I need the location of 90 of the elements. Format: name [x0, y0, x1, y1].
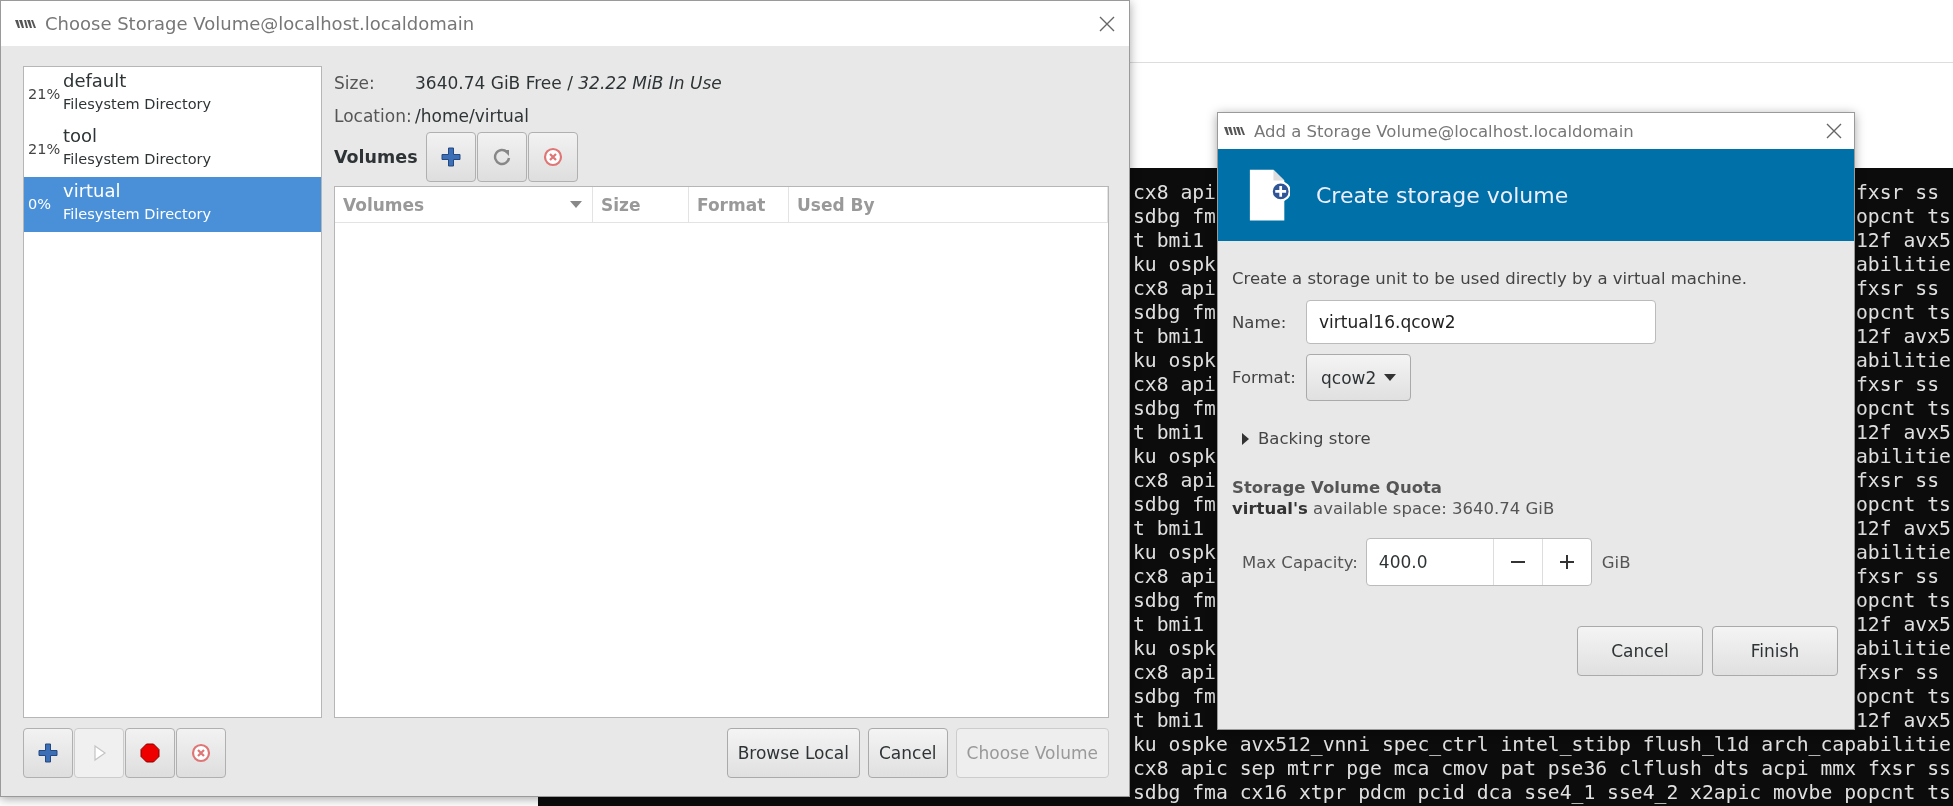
terminal-line: fxsr ss	[1856, 661, 1939, 685]
dialog-button[interactable]: Cancel	[868, 728, 948, 778]
toolbar-button[interactable]	[527, 132, 578, 182]
toolbar-button[interactable]	[476, 132, 527, 182]
close-icon[interactable]	[1826, 123, 1842, 139]
format-dropdown[interactable]: qcow2	[1306, 354, 1412, 401]
toolbar-button[interactable]	[125, 728, 175, 778]
terminal-line: ku ospk	[1133, 541, 1216, 565]
dialog-button[interactable]: Browse Local	[726, 728, 860, 778]
terminal-line: ku ospke avx512_vnni spec_ctrl intel_stibp flush_l1d arch_capabilitie	[1133, 733, 1951, 756]
expander-arrow-icon	[1242, 432, 1250, 445]
terminal-line: fxsr ss	[1856, 373, 1939, 397]
terminal-line: t bmi1	[1133, 229, 1205, 253]
name-label: Name:	[1232, 312, 1288, 332]
location-value: /home/virtual	[415, 105, 529, 126]
terminal-line: sdbg fm	[1133, 301, 1216, 325]
terminal-line: cx8 api	[1133, 565, 1216, 589]
terminal-line: opcnt ts	[1856, 205, 1951, 229]
stop-icon	[140, 743, 160, 763]
terminal-line: opcnt ts	[1856, 685, 1951, 709]
terminal-line: t bmi1	[1133, 613, 1205, 637]
toolbar-button[interactable]	[425, 132, 476, 182]
terminal-line: sdbg fm	[1133, 685, 1216, 709]
size-value: 3640.74 GiB Free / 32.22 MiB In Use	[415, 72, 722, 93]
window-title: Add a Storage Volume@localhost.localdomain	[1254, 121, 1635, 141]
terminal-line: t bmi1	[1133, 517, 1205, 541]
terminal-line: cx8 api	[1133, 373, 1216, 397]
terminal-line: 12f avx5	[1856, 709, 1951, 733]
terminal-line: ku ospk	[1133, 253, 1216, 277]
terminal-line: sdbg fm	[1133, 397, 1216, 421]
app-logo-icon	[15, 17, 37, 30]
available-space-text: virtual's available space: 3640.74 GiB	[1232, 499, 1556, 518]
name-field[interactable]: virtual16.qcow2	[1306, 300, 1656, 344]
size-label: Size:	[334, 72, 376, 93]
terminal-line: abilitie	[1856, 637, 1951, 661]
terminal-line: cx8 api	[1133, 277, 1216, 301]
refresh-icon	[491, 147, 512, 167]
terminal-line: abilitie	[1856, 253, 1951, 277]
terminal-line: 12f avx5	[1856, 421, 1951, 445]
location-label: Location:	[334, 105, 413, 126]
terminal-line: t bmi1	[1133, 325, 1205, 349]
terminal-line: cx8 api	[1133, 469, 1216, 493]
terminal-line: abilitie	[1856, 541, 1951, 565]
quota-title: Storage Volume Quota	[1232, 478, 1443, 497]
terminal-line: 12f avx5	[1856, 325, 1951, 349]
terminal-line: sdbg fm	[1133, 493, 1216, 517]
terminal-line: ku ospk	[1133, 637, 1216, 661]
header-title: Create storage volume	[1316, 182, 1569, 208]
terminal-line: fxsr ss	[1856, 469, 1939, 493]
terminal-line: 12f avx5	[1856, 613, 1951, 637]
dropdown-arrow-icon	[1384, 373, 1397, 382]
terminal-line: fxsr ss	[1856, 565, 1939, 589]
delete-icon	[191, 743, 211, 763]
app-logo-icon	[1224, 125, 1246, 137]
plus-icon	[440, 147, 461, 167]
terminal-line: opcnt ts	[1856, 397, 1951, 421]
volumes-label: Volumes	[334, 147, 418, 167]
terminal-line: 12f avx5	[1856, 517, 1951, 541]
plus-icon	[38, 743, 58, 763]
terminal-line: abilitie	[1856, 445, 1951, 469]
delete-icon	[542, 147, 563, 167]
window-title: Choose Storage Volume@localhost.localdomain	[45, 13, 476, 34]
toolbar-button[interactable]	[23, 728, 73, 778]
terminal-line: cx8 api	[1133, 661, 1216, 685]
terminal-line: sdbg fm	[1133, 589, 1216, 613]
terminal-line: opcnt ts	[1856, 589, 1951, 613]
terminal-line: cx8 api	[1133, 181, 1216, 205]
description-text: Create a storage unit to be used directly by a virtual machine.	[1232, 269, 1748, 288]
terminal-line: t bmi1	[1133, 709, 1205, 733]
terminal-line: fxsr ss	[1856, 181, 1939, 205]
terminal-line: sdbg fma cx16 xtpr pdcm pcid dca sse4_1 sse4_2 x2apic movbe popcnt ts	[1133, 781, 1951, 804]
capacity-spinner[interactable]: 400.0	[1365, 538, 1592, 586]
terminal-line: ku ospk	[1133, 349, 1216, 373]
capacity-label: Max Capacity:	[1242, 552, 1358, 572]
terminal-line: fxsr ss	[1856, 277, 1939, 301]
dialog-button[interactable]: Cancel	[1577, 626, 1703, 676]
terminal-line: ku ospk	[1133, 445, 1216, 469]
terminal-line: 12f avx5	[1856, 229, 1951, 253]
terminal-line: cx8 apic sep mtrr pge mca cmov pat pse36 clflush dts acpi mmx fxsr ss	[1133, 757, 1951, 780]
terminal-line: t bmi1	[1133, 421, 1205, 445]
backing-store-expander[interactable]: Backing store	[1232, 429, 1371, 448]
terminal-line: opcnt ts	[1856, 493, 1951, 517]
terminal-line: sdbg fm	[1133, 205, 1216, 229]
unit-label: GiB	[1601, 552, 1631, 572]
terminal-line: abilitie	[1856, 349, 1951, 373]
toolbar-button[interactable]	[176, 728, 226, 778]
close-icon[interactable]	[1099, 15, 1115, 32]
format-label: Format:	[1232, 368, 1294, 387]
dialog-button[interactable]: Finish	[1712, 626, 1838, 676]
terminal-line: opcnt ts	[1856, 301, 1951, 325]
